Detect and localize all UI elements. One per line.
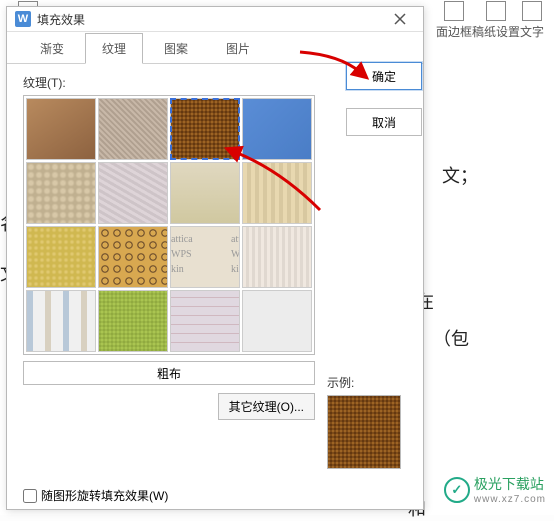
bg-text: （包 (433, 325, 469, 351)
app-icon: W (15, 11, 31, 27)
logo-url: www.xz7.com (474, 494, 546, 505)
watermark-logo: ✓ 极光下载站 www.xz7.com (444, 474, 546, 505)
close-button[interactable] (385, 7, 415, 31)
rotate-checkbox-label: 随图形旋转填充效果(W) (41, 487, 168, 504)
texture-swatch[interactable] (170, 226, 240, 288)
texture-swatch[interactable] (98, 290, 168, 352)
ribbon-label: 面边框 (436, 23, 472, 40)
texture-swatch[interactable] (170, 290, 240, 352)
texture-swatch[interactable] (170, 162, 240, 224)
ok-button[interactable]: 确定 (346, 62, 422, 90)
texture-swatch[interactable] (26, 162, 96, 224)
texture-swatch[interactable] (242, 98, 312, 160)
texture-swatch-selected[interactable] (170, 98, 240, 160)
ribbon-text[interactable]: 文字 (520, 1, 544, 40)
ribbon-label: 稿纸设置 (472, 23, 520, 40)
texture-swatch[interactable] (98, 226, 168, 288)
texture-swatch[interactable] (242, 162, 312, 224)
rotate-checkbox-row[interactable]: 随图形旋转填充效果(W) (23, 487, 168, 504)
texture-swatch[interactable] (98, 98, 168, 160)
logo-name: 极光下载站 (474, 474, 546, 494)
sample-preview (327, 395, 401, 469)
texture-grid (23, 95, 315, 355)
other-texture-button[interactable]: 其它纹理(O)... (218, 393, 315, 420)
texture-swatch[interactable] (26, 290, 96, 352)
tab-texture[interactable]: 纹理 (85, 33, 143, 64)
ribbon-page-border[interactable]: 面边框 (436, 1, 472, 40)
texture-label: 纹理(T): (23, 74, 315, 91)
texture-swatch[interactable] (26, 98, 96, 160)
tab-gradient[interactable]: 渐变 (23, 33, 81, 63)
dialog-title: 填充效果 (37, 11, 85, 28)
tab-image[interactable]: 图片 (209, 33, 267, 63)
texture-swatch[interactable] (26, 226, 96, 288)
dialog-titlebar: W 填充效果 (7, 7, 423, 32)
bg-text: 文； (442, 162, 478, 188)
ribbon-writing-paper[interactable]: 稿纸设置 (472, 1, 520, 40)
texture-swatch[interactable] (98, 162, 168, 224)
tab-pattern[interactable]: 图案 (147, 33, 205, 63)
sample-label: 示例: (327, 374, 354, 391)
ribbon-label: 文字 (520, 23, 544, 40)
selected-texture-name: 粗布 (23, 361, 315, 385)
tab-bar: 渐变 纹理 图案 图片 (7, 32, 423, 64)
texture-swatch[interactable] (242, 290, 312, 352)
rotate-checkbox[interactable] (23, 489, 37, 503)
texture-swatch[interactable] (242, 226, 312, 288)
cancel-button[interactable]: 取消 (346, 108, 422, 136)
logo-icon: ✓ (444, 477, 470, 503)
